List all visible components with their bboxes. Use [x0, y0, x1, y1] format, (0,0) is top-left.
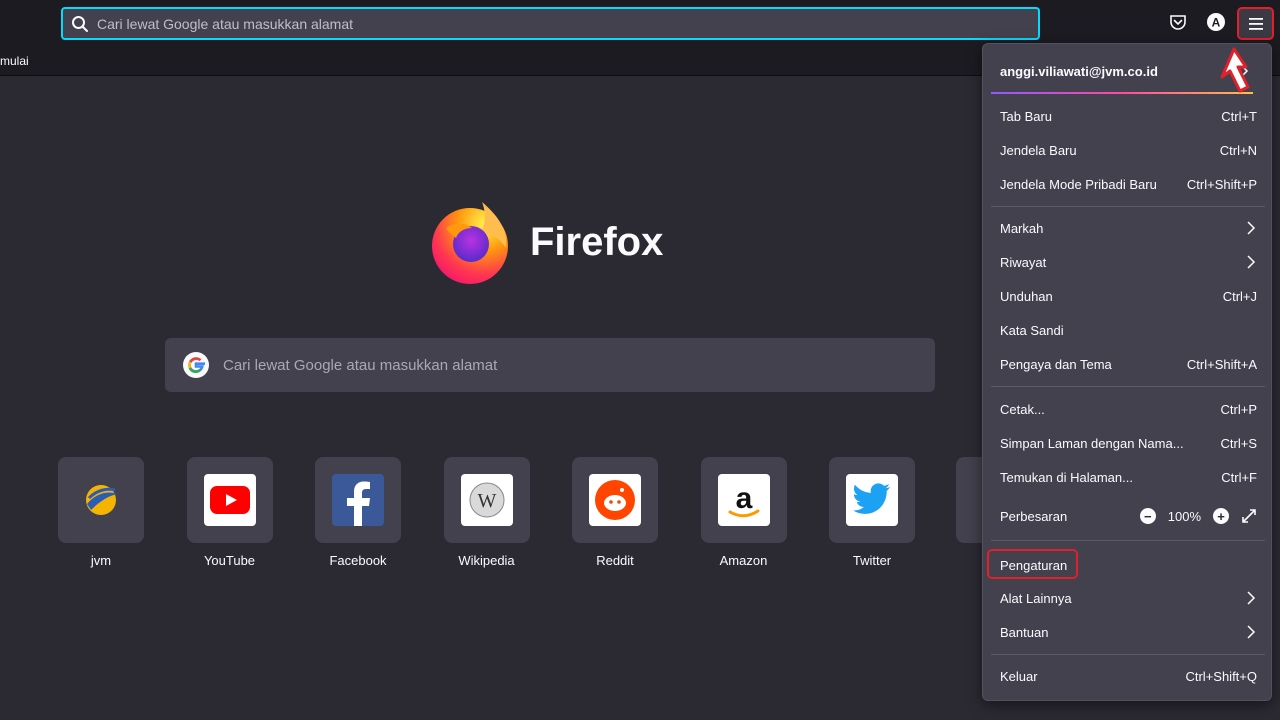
top-sites: jvm YouTube Facebook W Wikipedia Reddit …: [58, 457, 958, 568]
zoom-out-button[interactable]: −: [1139, 508, 1156, 524]
menu-item-save-page[interactable]: Simpan Laman dengan Nama... Ctrl+S: [983, 428, 1273, 458]
menu-item-label: Bantuan: [1000, 624, 1049, 640]
menu-item-label: Perbesaran: [1000, 508, 1068, 524]
pointer-arrow-icon: [1220, 47, 1250, 93]
zoom-controls: − 100% +: [1139, 508, 1257, 524]
url-bar[interactable]: Cari lewat Google atau masukkan alamat: [61, 7, 1040, 40]
menu-item-shortcut: Ctrl+T: [1221, 108, 1257, 124]
menu-item-downloads[interactable]: Unduhan Ctrl+J: [983, 281, 1273, 311]
chevron-right-icon: [1247, 255, 1256, 269]
twitter-icon: [846, 474, 898, 526]
menu-item-label: Markah: [1000, 220, 1044, 236]
wikipedia-icon: W: [460, 474, 513, 526]
hamburger-icon: [1248, 17, 1263, 30]
settings-highlight-box: [987, 549, 1078, 579]
menu-item-label: Cetak...: [1000, 401, 1045, 417]
top-site-label: Wikipedia: [458, 553, 515, 568]
account-avatar-icon[interactable]: A: [1205, 11, 1227, 33]
menu-item-label: Jendela Mode Pribadi Baru: [1000, 176, 1157, 192]
menu-item-shortcut: Ctrl+Shift+P: [1186, 176, 1257, 192]
top-site-jvm[interactable]: jvm: [58, 457, 144, 568]
menu-item-label: Unduhan: [1000, 288, 1053, 304]
app-menu-button[interactable]: [1237, 7, 1274, 40]
top-site-label: YouTube: [203, 553, 256, 568]
menu-item-help[interactable]: Bantuan: [983, 617, 1273, 647]
menu-item-label: Pengaya dan Tema: [1000, 356, 1112, 372]
top-site-label: Facebook: [329, 553, 387, 568]
svg-text:W: W: [477, 490, 496, 512]
bookmark-item[interactable]: mulai: [0, 54, 29, 68]
svg-text:A: A: [1212, 16, 1221, 30]
firefox-logo-icon: [432, 202, 508, 284]
newtab-search-input[interactable]: Cari lewat Google atau masukkan alamat: [165, 338, 935, 392]
pocket-icon[interactable]: [1167, 11, 1189, 33]
amazon-icon: a: [717, 474, 770, 526]
top-site-wikipedia[interactable]: W Wikipedia: [443, 457, 530, 568]
menu-separator: [991, 206, 1265, 207]
menu-item-addons-themes[interactable]: Pengaya dan Tema Ctrl+Shift+A: [983, 349, 1273, 379]
fullscreen-icon[interactable]: [1241, 508, 1257, 524]
menu-item-shortcut: Ctrl+Shift+Q: [1185, 668, 1257, 684]
menu-item-new-private-window[interactable]: Jendela Mode Pribadi Baru Ctrl+Shift+P: [983, 169, 1273, 199]
google-icon: [183, 352, 209, 378]
menu-separator: [991, 654, 1265, 655]
firefox-wordmark: Firefox: [530, 219, 664, 264]
menu-separator: [991, 386, 1265, 387]
menu-item-label: Keluar: [1000, 668, 1038, 684]
top-site-label: Amazon: [719, 553, 768, 568]
chevron-right-icon: [1247, 625, 1256, 639]
menu-item-shortcut: Ctrl+Shift+A: [1186, 356, 1257, 372]
facebook-icon: [332, 474, 384, 526]
top-site-twitter[interactable]: Twitter: [829, 457, 915, 568]
menu-item-label: Tab Baru: [1000, 108, 1053, 124]
zoom-value[interactable]: 100%: [1168, 509, 1201, 524]
menu-separator: [991, 540, 1265, 541]
menu-item-shortcut: Ctrl+J: [1222, 288, 1257, 304]
top-site-label: Twitter: [852, 553, 892, 568]
account-email: anggi.viliawati@jvm.co.id: [1000, 63, 1158, 79]
menu-item-print[interactable]: Cetak... Ctrl+P: [983, 394, 1273, 424]
menu-item-label: Riwayat: [1000, 254, 1047, 270]
jvm-logo-icon: [75, 474, 127, 526]
menu-item-label: Temukan di Halaman...: [1000, 469, 1133, 485]
menu-item-more-tools[interactable]: Alat Lainnya: [983, 583, 1273, 613]
top-site-amazon[interactable]: a Amazon: [700, 457, 787, 568]
menu-item-label: Kata Sandi: [1000, 322, 1064, 338]
top-site-label: Reddit: [596, 553, 634, 568]
url-bar-placeholder: Cari lewat Google atau masukkan alamat: [97, 15, 354, 32]
top-site-reddit[interactable]: Reddit: [572, 457, 658, 568]
menu-item-label: Alat Lainnya: [1000, 590, 1072, 606]
newtab-search-placeholder: Cari lewat Google atau masukkan alamat: [223, 356, 498, 374]
top-site-label: jvm: [90, 553, 112, 568]
chevron-right-icon: [1247, 221, 1256, 235]
menu-item-new-window[interactable]: Jendela Baru Ctrl+N: [983, 135, 1273, 165]
menu-item-label: Simpan Laman dengan Nama...: [1000, 435, 1184, 451]
menu-item-shortcut: Ctrl+P: [1220, 401, 1257, 417]
svg-text:a: a: [735, 482, 752, 515]
top-site-youtube[interactable]: YouTube: [186, 457, 273, 568]
menu-item-shortcut: Ctrl+S: [1220, 435, 1257, 451]
search-icon: [72, 15, 88, 32]
zoom-in-button[interactable]: +: [1213, 508, 1229, 524]
reddit-icon: [589, 474, 641, 526]
chevron-right-icon: [1247, 591, 1256, 605]
menu-item-zoom: Perbesaran − 100% +: [983, 501, 1273, 531]
top-site-facebook[interactable]: Facebook: [315, 457, 401, 568]
app-menu-panel: anggi.viliawati@jvm.co.id Tab Baru Ctrl+…: [982, 43, 1272, 701]
menu-item-find-in-page[interactable]: Temukan di Halaman... Ctrl+F: [983, 462, 1273, 492]
menu-item-exit[interactable]: Keluar Ctrl+Shift+Q: [983, 661, 1273, 691]
firefox-logo: Firefox: [426, 198, 663, 286]
menu-item-new-tab[interactable]: Tab Baru Ctrl+T: [983, 101, 1273, 131]
menu-item-history[interactable]: Riwayat: [983, 247, 1273, 277]
menu-item-shortcut: Ctrl+F: [1221, 469, 1257, 485]
menu-item-passwords[interactable]: Kata Sandi: [983, 315, 1273, 345]
menu-item-label: Jendela Baru: [1000, 142, 1077, 158]
youtube-icon: [203, 474, 256, 526]
menu-item-bookmarks[interactable]: Markah: [983, 213, 1273, 243]
menu-item-shortcut: Ctrl+N: [1219, 142, 1257, 158]
nav-toolbar: Cari lewat Google atau masukkan alamat A: [0, 0, 1280, 46]
